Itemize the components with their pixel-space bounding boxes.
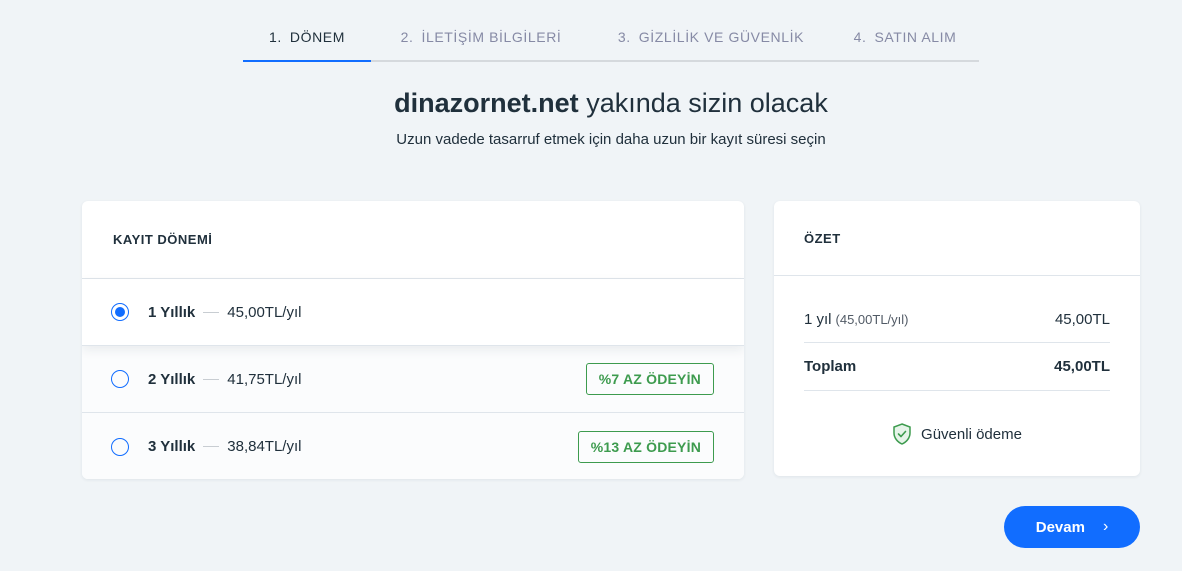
- chevron-right-icon: ›: [1102, 518, 1109, 535]
- secure-payment-label: Güvenli ödeme: [921, 425, 1022, 443]
- secure-payment: Güvenli ödeme: [774, 423, 1140, 445]
- radio-button[interactable]: [111, 370, 129, 388]
- page-subtitle: Uzun vadede tasarruf etmek için daha uzu…: [396, 131, 826, 148]
- period-option-2-years[interactable]: 2 Yıllık 41,75TL/yıl %7 AZ ÖDEYİN: [82, 346, 744, 413]
- step-label: GİZLİLİK VE GÜVENLİK: [638, 29, 805, 45]
- page-title: dinazornet.net yakında sizin olacak: [0, 88, 1182, 119]
- period-option-price: 38,84TL/yıl: [227, 438, 302, 455]
- radio-button-selected[interactable]: [111, 303, 129, 321]
- checkout-stepper: 1. DÖNEM 2. İLETİŞİM BİLGİLERİ 3. GİZLİL…: [243, 14, 979, 62]
- separator: [203, 446, 220, 447]
- line-item-value: 45,00TL: [1054, 310, 1110, 328]
- shield-check-icon: [893, 423, 911, 445]
- total-value: 45,00TL: [1054, 358, 1110, 375]
- continue-button[interactable]: Devam ›: [1004, 506, 1140, 548]
- summary-title: ÖZET: [774, 201, 1140, 276]
- title-rest: yakında sizin olacak: [578, 88, 828, 118]
- radio-button[interactable]: [111, 437, 129, 456]
- period-option-label: 3 Yıllık: [148, 438, 196, 455]
- savings-badge: %13 AZ ÖDEYİN: [577, 430, 714, 463]
- step-label: SATIN ALIM: [874, 29, 957, 45]
- radio-dot: [115, 307, 125, 317]
- total-label: Toplam: [804, 358, 857, 375]
- step-number: 2.: [400, 29, 414, 45]
- savings-badge: %7 AZ ÖDEYİN: [585, 363, 714, 395]
- step-purchase[interactable]: 4. SATIN ALIM: [831, 14, 979, 60]
- period-card-title: KAYIT DÖNEMİ: [82, 201, 744, 279]
- line-item-description: 1 yıl (45,00TL/yıl): [804, 311, 909, 328]
- separator: [203, 311, 220, 313]
- summary-line-item: 1 yıl (45,00TL/yıl) 45,00TL: [804, 276, 1110, 343]
- period-option-price: 45,00TL/yıl: [227, 303, 302, 321]
- summary-total-row: Toplam 45,00TL: [804, 343, 1110, 391]
- order-summary-card: ÖZET 1 yıl (45,00TL/yıl) 45,00TL Toplam 4…: [774, 201, 1140, 476]
- period-option-label: 1 Yıllık: [148, 303, 196, 321]
- registration-period-card: KAYIT DÖNEMİ 1 Yıllık 45,00TL/yıl 2 Yıll…: [82, 201, 744, 479]
- separator: [203, 378, 220, 380]
- line-item-unit-price: (45,00TL/yıl): [835, 311, 909, 327]
- step-number: 3.: [617, 29, 631, 45]
- step-number: 4.: [853, 29, 867, 45]
- domain-name: dinazornet.net: [394, 88, 579, 118]
- period-option-price: 41,75TL/yıl: [227, 370, 302, 388]
- step-label: DÖNEM: [289, 29, 345, 45]
- step-period[interactable]: 1. DÖNEM: [243, 14, 371, 62]
- step-label: İLETİŞİM BİLGİLERİ: [421, 29, 562, 45]
- period-option-3-years[interactable]: 3 Yıllık 38,84TL/yıl %13 AZ ÖDEYİN: [82, 413, 744, 479]
- step-privacy-security[interactable]: 3. GİZLİLİK VE GÜVENLİK: [591, 14, 831, 60]
- line-item-label: 1 yıl: [804, 310, 832, 328]
- period-option-1-year[interactable]: 1 Yıllık 45,00TL/yıl: [82, 279, 744, 346]
- step-number: 1.: [268, 29, 282, 45]
- step-contact-info[interactable]: 2. İLETİŞİM BİLGİLERİ: [371, 14, 591, 60]
- period-option-label: 2 Yıllık: [148, 370, 196, 388]
- continue-button-label: Devam: [1035, 518, 1085, 536]
